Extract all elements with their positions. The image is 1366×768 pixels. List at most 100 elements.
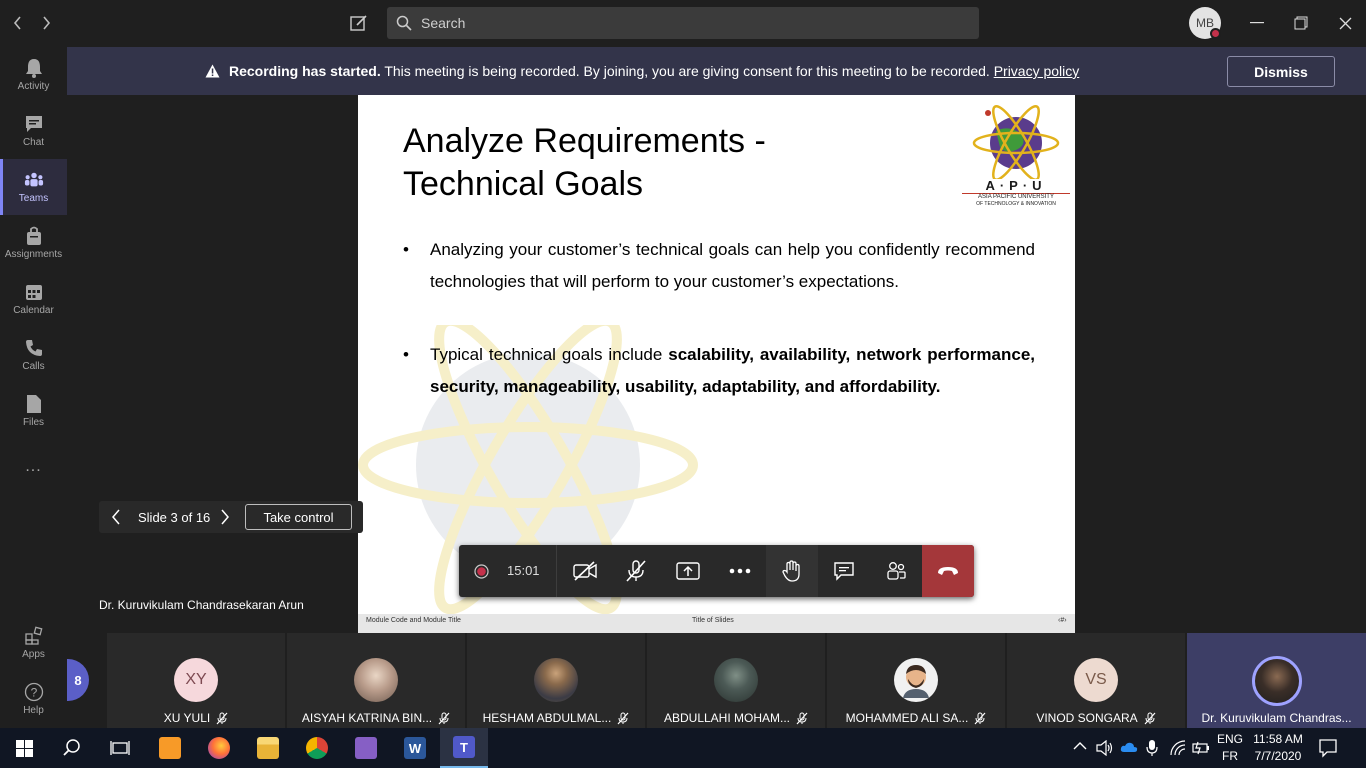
rail-label: Calls (22, 361, 45, 372)
participant-tile[interactable]: AISYAH KATRINA BIN... (287, 633, 465, 728)
banner-bold: Recording has started. (229, 63, 381, 79)
firefox-icon[interactable] (195, 728, 243, 768)
chat-panel-icon[interactable] (818, 545, 870, 597)
bullet-2: • Typical technical goals include scalab… (403, 339, 1035, 403)
mic-off-icon (617, 712, 629, 725)
more-options-icon[interactable] (714, 545, 766, 597)
privacy-policy-link[interactable]: Privacy policy (994, 63, 1080, 79)
phone-icon (24, 338, 44, 358)
windows-start-icon[interactable] (0, 728, 48, 768)
presenter-name: Dr. Kuruvikulam Chandrasekaran Arun (99, 598, 304, 612)
avatar: XY (174, 658, 218, 702)
participant-tile[interactable]: MOHAMMED ALI SA... (827, 633, 1005, 728)
notification-icon[interactable] (1318, 738, 1338, 758)
rail-item-teams[interactable]: Teams (0, 159, 67, 215)
maximize-icon[interactable] (1289, 12, 1313, 34)
previous-slide-icon[interactable] (111, 509, 121, 525)
clock-time: 11:58 AM (1253, 732, 1303, 746)
participant-tile[interactable]: HESHAM ABDULMAL... (467, 633, 645, 728)
teams-taskbar-icon[interactable]: T (440, 728, 488, 768)
back-arrow-icon[interactable] (8, 12, 28, 34)
title-bar: Search MB (0, 0, 1366, 47)
search-input[interactable]: Search (387, 7, 979, 39)
help-icon: ? (24, 682, 44, 702)
file-explorer-icon[interactable] (244, 728, 292, 768)
slide-counter: Slide 3 of 16 (138, 510, 211, 525)
sublime-text-icon[interactable] (146, 728, 194, 768)
apps-icon (24, 626, 44, 646)
participant-name-row: XU YULI (107, 711, 285, 725)
rail-item-chat[interactable]: Chat (0, 103, 67, 159)
more-apps-button[interactable]: ... (0, 439, 67, 495)
call-timer: 15:01 (507, 563, 540, 578)
logo-sub1: ASIA PACIFIC UNIVERSITY (962, 193, 1070, 201)
next-slide-icon[interactable] (220, 509, 230, 525)
rail-label: Chat (22, 137, 45, 148)
slide-footer: Module Code and Module Title Title of Sl… (358, 614, 1075, 633)
avatar (534, 658, 578, 702)
minimize-icon[interactable] (1245, 12, 1269, 34)
rail-item-help[interactable]: ? Help (0, 671, 67, 727)
participants-icon[interactable] (870, 545, 922, 597)
camera-off-icon[interactable] (559, 545, 611, 597)
dismiss-button[interactable]: Dismiss (1227, 56, 1335, 87)
task-view-icon[interactable] (96, 728, 144, 768)
wifi-icon[interactable] (1169, 740, 1187, 756)
bullet-1-text: Analyzing your customer’s technical goal… (430, 240, 1035, 291)
mic-off-icon[interactable] (610, 545, 662, 597)
call-controls: 15:01 (459, 545, 974, 597)
avatar (714, 658, 758, 702)
search-icon[interactable] (48, 728, 96, 768)
hang-up-button[interactable] (922, 545, 974, 597)
raise-hand-icon[interactable] (766, 545, 818, 597)
chrome-icon[interactable] (293, 728, 341, 768)
battery-icon[interactable] (1192, 741, 1210, 755)
rail-item-activity[interactable]: Activity (0, 47, 67, 103)
rail-label: Assignments (4, 249, 63, 260)
overflow-count-badge[interactable]: 8 (67, 659, 89, 701)
participant-name: XU YULI (163, 711, 211, 725)
footer-right: ‹#› (1058, 617, 1067, 624)
onedrive-icon[interactable] (1120, 741, 1138, 753)
rail-item-assignments[interactable]: Assignments (0, 215, 67, 271)
search-placeholder: Search (421, 15, 466, 31)
language-code: ENG (1216, 732, 1243, 746)
forward-arrow-icon[interactable] (36, 12, 56, 34)
rail-label: Teams (18, 193, 49, 204)
rail-label: Activity (17, 81, 50, 92)
share-screen-icon[interactable] (662, 545, 714, 597)
chevron-up-icon[interactable] (1073, 741, 1087, 751)
search-icon (396, 15, 412, 31)
hang-up-icon (938, 567, 958, 575)
avatar: VS (1074, 658, 1118, 702)
rail-item-calls[interactable]: Calls (0, 327, 67, 383)
close-icon[interactable] (1333, 12, 1357, 34)
participant-tile-speaking[interactable]: Dr. Kuruvikulam Chandras... (1187, 633, 1366, 728)
visual-studio-icon[interactable] (342, 728, 390, 768)
footer-center: Title of Slides (692, 617, 734, 624)
mic-off-icon (438, 712, 450, 725)
input-language[interactable]: ENG FR (1216, 731, 1244, 765)
footer-left: Module Code and Module Title (366, 617, 461, 624)
mic-off-icon (796, 712, 808, 725)
bullet-1: • Analyzing your customer’s technical go… (403, 234, 1035, 298)
participant-name-row: AISYAH KATRINA BIN... (287, 711, 465, 725)
system-clock[interactable]: 11:58 AM 7/7/2020 (1248, 731, 1308, 765)
volume-icon[interactable] (1096, 740, 1114, 756)
rail-item-apps[interactable]: Apps (0, 615, 67, 671)
take-control-button[interactable]: Take control (245, 504, 352, 530)
participant-tile[interactable]: VS VINOD SONGARA (1007, 633, 1185, 728)
participant-name: Dr. Kuruvikulam Chandras... (1201, 711, 1352, 725)
new-chat-icon[interactable] (349, 13, 369, 33)
participant-name-row: ABDULLAHI MOHAM... (647, 711, 825, 725)
word-icon[interactable]: W (391, 728, 439, 768)
participant-tile[interactable]: ABDULLAHI MOHAM... (647, 633, 825, 728)
rail-item-files[interactable]: Files (0, 383, 67, 439)
presence-dot (1210, 28, 1221, 39)
rail-item-calendar[interactable]: Calendar (0, 271, 67, 327)
avatar (1252, 656, 1302, 706)
participant-tile[interactable]: XY XU YULI (107, 633, 285, 728)
svg-text:?: ? (30, 686, 37, 700)
keyboard-layout: FR (1222, 749, 1238, 763)
microphone-icon[interactable] (1146, 739, 1158, 757)
